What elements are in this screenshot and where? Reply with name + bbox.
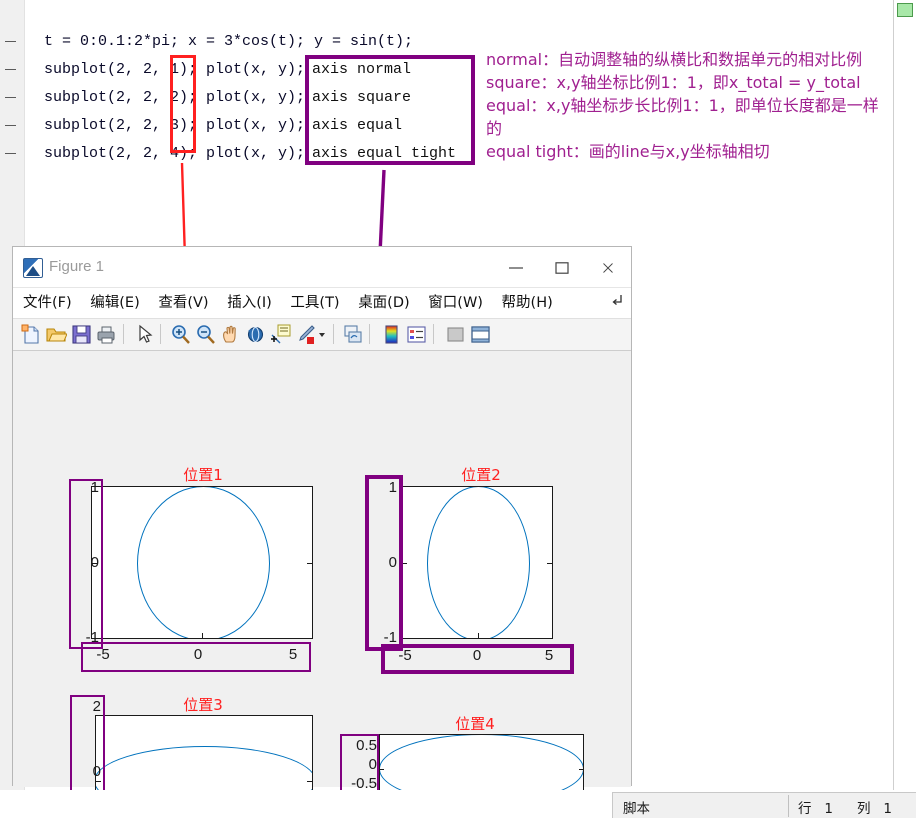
code-analyzer-status-icon[interactable] [897,3,913,17]
fold-marker[interactable] [5,125,16,126]
close-icon[interactable] [585,247,631,287]
plot-title-position1: 位置1 [183,466,223,484]
axes-position1 [91,486,313,639]
status-file-type: 脚本 [623,801,650,817]
status-row: 行 1 [798,797,833,817]
figure-window[interactable]: Figure 1 文件(F) 编辑(E) 查看(V) 插入(I) 工具(T) 桌… [12,246,632,818]
explanation-line-square: square：x,y轴坐标比例1：1，即x_total = y_total [486,73,861,92]
xtick-label: 5 [288,646,298,663]
hide-plot-tools-icon[interactable] [445,324,466,345]
editor-scroll-strip[interactable] [893,0,916,790]
new-figure-icon[interactable] [21,324,42,345]
figure-window-title: Figure 1 [49,258,105,275]
menu-item-view[interactable]: 查看(V) [158,288,208,318]
fold-marker[interactable] [5,41,16,42]
ytick-label: 1 [388,479,397,496]
figure-canvas: 位置1 1 0 -1 -5 0 5 位置2 1 0 -1 -5 0 5 位置3 … [13,351,631,818]
ytick-label: 2 [92,698,101,715]
editor-status-bar: 脚本 行 1 列 1 [612,792,916,818]
menu-item-tools[interactable]: 工具(T) [290,288,339,318]
plot-title-position2: 位置2 [461,466,501,484]
explanation-line-equal: equal：x,y轴坐标步长比例1：1，即单位长度都是一样的 [486,96,879,138]
save-figure-icon[interactable] [71,324,92,345]
plot-title-position3: 位置3 [183,696,223,714]
tick-y0-right [579,769,583,770]
brush-icon[interactable] [295,324,316,345]
fold-marker[interactable] [5,153,16,154]
xtick-label: 0 [472,647,482,664]
tick-x0 [202,633,203,638]
xtick-label: -5 [398,647,412,664]
ytick-label: 1 [90,479,99,496]
ytick-label: 0 [368,756,377,773]
plot-line-position2 [427,487,530,638]
code-line-1[interactable]: t = 0:0.1:2*pi; x = 3*cos(t); y = sin(t)… [44,28,474,56]
ytick-label: 0 [90,554,99,571]
tick-y0-right [307,563,312,564]
status-row-label: 行 [798,801,812,817]
ytick-label: 0.5 [356,737,377,754]
ytick-label: 0 [92,763,101,780]
toolbar-separator [333,324,334,344]
tick-y0-right [307,781,312,782]
toolbar-separator [160,324,161,344]
zoom-in-icon[interactable] [170,324,191,345]
colorbar-icon[interactable] [381,324,402,345]
menu-item-window[interactable]: 窗口(W) [428,288,483,318]
subplot-index-highlight-box [170,55,196,153]
chevron-down-icon[interactable] [316,324,328,345]
plot-line-position1 [137,487,270,638]
link-plot-icon[interactable] [343,324,364,345]
explanation-annotation: normal：自动调整轴的纵横比和数据单元的相对比例 square：x,y轴坐标… [486,48,886,163]
editor-bottom-area [0,790,612,818]
matlab-logo-icon [23,258,43,278]
open-file-icon[interactable] [46,324,68,345]
menu-item-desktop[interactable]: 桌面(D) [358,288,409,318]
axis-command-highlight-box [305,55,475,165]
xtick-label: -5 [96,646,110,663]
xtick-label: 5 [544,647,554,664]
pointer-icon[interactable] [135,324,156,345]
minimize-icon[interactable] [493,247,539,287]
ytick-label: 0 [388,554,397,571]
tick-x0 [478,633,479,638]
status-row-value: 1 [824,801,833,817]
menu-item-file[interactable]: 文件(F) [23,288,72,318]
pan-icon[interactable] [220,324,241,345]
menu-item-edit[interactable]: 编辑(E) [90,288,139,318]
axes-position2 [401,486,553,639]
figure-toolbar[interactable] [13,319,631,351]
plot-title-position4: 位置4 [455,715,495,733]
status-col-value: 1 [883,801,892,817]
legend-icon[interactable] [406,324,427,345]
fold-marker[interactable] [5,69,16,70]
figure-title-bar[interactable]: Figure 1 [13,247,631,288]
data-cursor-icon[interactable] [270,324,291,345]
xtick-label: 0 [193,646,203,663]
toolbar-separator [433,324,434,344]
status-col: 列 1 [857,797,892,817]
screenshot-root: t = 0:0.1:2*pi; x = 3*cos(t); y = sin(t)… [0,0,916,818]
figure-menu-bar[interactable]: 文件(F) 编辑(E) 查看(V) 插入(I) 工具(T) 桌面(D) 窗口(W… [13,288,631,319]
rotate-3d-icon[interactable] [245,324,266,345]
menu-item-insert[interactable]: 插入(I) [227,288,272,318]
zoom-out-icon[interactable] [195,324,216,345]
status-col-label: 列 [857,801,871,817]
menu-overflow-icon[interactable] [612,294,623,309]
status-separator [788,795,789,817]
show-plot-tools-icon[interactable] [470,324,491,345]
toolbar-separator [123,324,124,344]
menu-item-help[interactable]: 帮助(H) [502,288,553,318]
explanation-line-equal-tight: equal tight：画的line与x,y坐标轴相切 [486,142,770,161]
fold-marker[interactable] [5,97,16,98]
tick-y0 [380,769,384,770]
maximize-icon[interactable] [539,247,585,287]
toolbar-separator [369,324,370,344]
tick-y0-right [547,563,552,564]
explanation-line-normal: normal：自动调整轴的纵横比和数据单元的相对比例 [486,50,863,69]
print-figure-icon[interactable] [96,324,117,345]
